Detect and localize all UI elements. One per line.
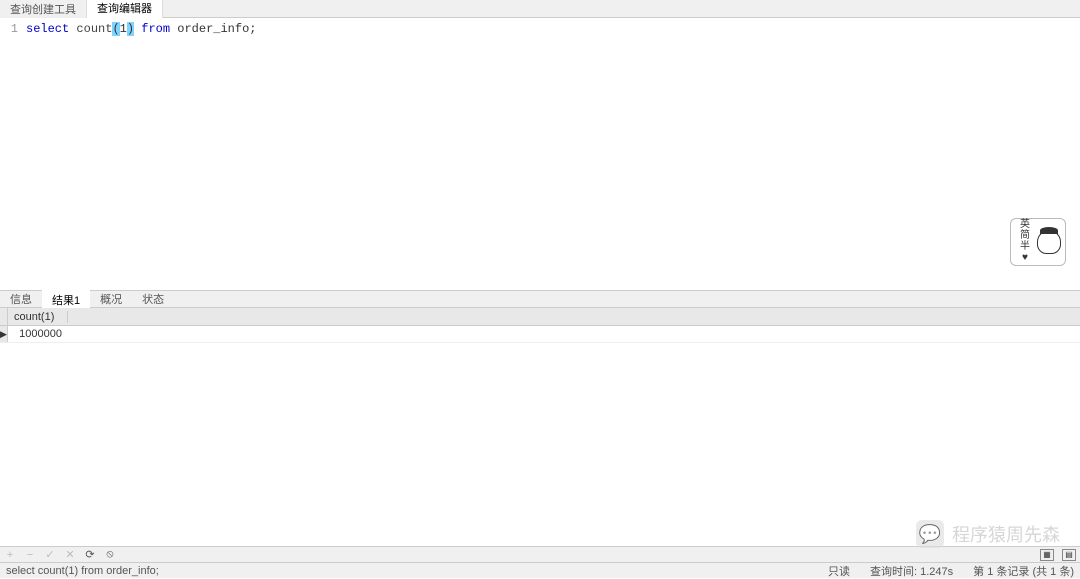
grid-view-icon[interactable]: ▦ [1040, 549, 1054, 561]
avatar-face-icon [1037, 230, 1061, 254]
row-marker-icon: ▶ [0, 326, 8, 342]
keyword-select: select [26, 22, 69, 36]
semicolon: ; [249, 22, 256, 36]
avatar-line: 英 [1015, 220, 1035, 231]
avatar-line: 简 [1015, 231, 1035, 242]
form-view-icon[interactable]: ▤ [1062, 549, 1076, 561]
paren-open: ( [112, 22, 119, 36]
grid-header-row: count(1) [0, 308, 1080, 326]
status-query-time: 查询时间: 1.247s [870, 563, 953, 579]
status-query-echo: select count(1) from order_info; [6, 565, 808, 577]
editor-tabs: 查询创建工具 查询编辑器 [0, 0, 1080, 18]
avatar-line: 半 [1015, 242, 1035, 253]
results-grid[interactable]: count(1) ▶ 1000000 [0, 308, 1080, 546]
cancel-icon: ✕ [64, 549, 76, 561]
row-marker-header [0, 308, 8, 325]
avatar-widget: 英 简 半 ♥ [1010, 218, 1066, 266]
avatar-text: 英 简 半 ♥ [1015, 220, 1035, 264]
column-header[interactable]: count(1) [8, 311, 68, 323]
status-record-count: 第 1 条记录 (共 1 条) [973, 563, 1074, 579]
refresh-icon[interactable]: ⟳ [84, 549, 96, 561]
tab-query-builder[interactable]: 查询创建工具 [0, 0, 87, 19]
paren-close: ) [127, 22, 134, 36]
results-tabs: 信息 结果1 概况 状态 [0, 290, 1080, 308]
add-row-icon: + [4, 549, 16, 561]
tab-query-editor[interactable]: 查询编辑器 [87, 0, 163, 19]
table-row[interactable]: ▶ 1000000 [0, 326, 1080, 343]
tab-profile[interactable]: 概况 [90, 289, 132, 309]
apply-icon: ✓ [44, 549, 56, 561]
line-gutter: 1 [0, 18, 22, 290]
grid-toolbar: + − ✓ ✕ ⟳ ⦸ ▦ ▤ [0, 546, 1080, 562]
line-number: 1 [0, 22, 18, 36]
tab-status[interactable]: 状态 [132, 289, 174, 309]
table-name: order_info [177, 22, 249, 36]
keyword-from: from [141, 22, 170, 36]
tab-info[interactable]: 信息 [0, 289, 42, 309]
cell-value[interactable]: 1000000 [8, 328, 68, 340]
delete-row-icon: − [24, 549, 36, 561]
func-count: count [76, 22, 112, 36]
tab-result1[interactable]: 结果1 [42, 289, 90, 310]
status-bar: select count(1) from order_info; 只读 查询时间… [0, 562, 1080, 578]
status-readonly: 只读 [828, 563, 850, 579]
sql-editor[interactable]: 1 select count(1) from order_info; 英 简 半… [0, 18, 1080, 290]
count-arg: 1 [120, 22, 127, 36]
code-content[interactable]: select count(1) from order_info; [22, 18, 1080, 290]
stop-icon[interactable]: ⦸ [104, 549, 116, 561]
heart-icon: ♥ [1015, 253, 1035, 264]
